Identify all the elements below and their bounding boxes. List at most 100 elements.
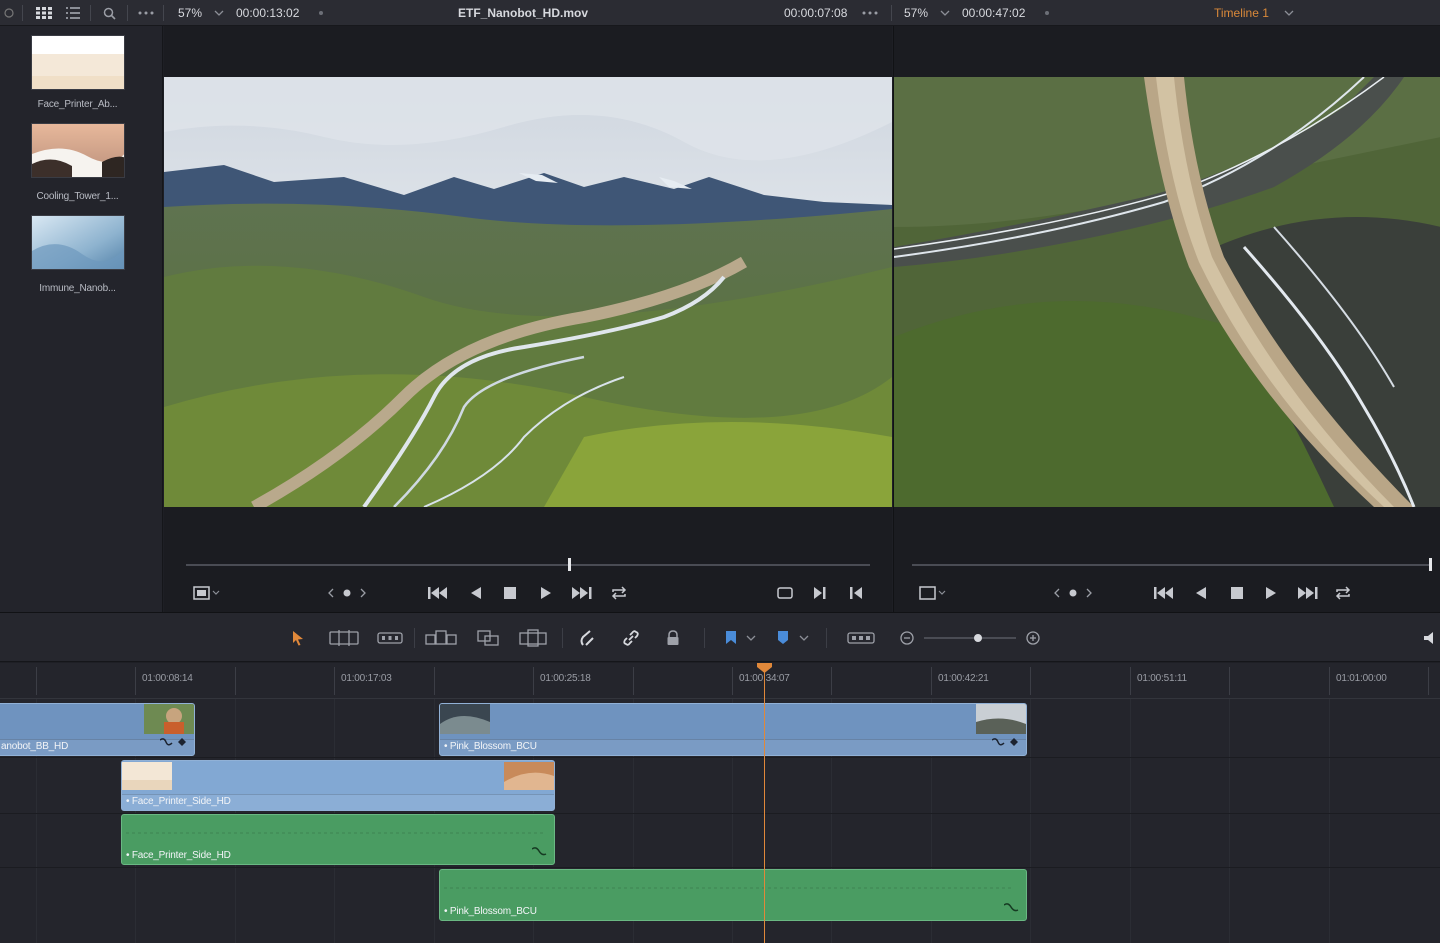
clip-name: • Pink_Blossom_BCU [444,741,537,752]
source-video-frame[interactable] [164,77,892,507]
timeline-clip-pink-blossom-audio[interactable]: • Pink_Blossom_BCU [439,869,1027,921]
play-icon[interactable] [1261,582,1281,604]
marker-icon[interactable] [774,627,792,649]
timeline-scrubber[interactable] [912,564,1432,566]
audio-fade-icon[interactable] [1003,899,1020,917]
audio-speaker-icon[interactable] [1422,627,1438,649]
timeline-clip-nanobot[interactable]: anobot_BB_HD [0,703,195,756]
source-scrubber[interactable] [186,564,870,566]
replace-clip-icon[interactable] [518,627,548,649]
ruler-timecode: 01:00:25:18 [540,673,591,684]
go-to-start-icon[interactable] [1152,582,1176,604]
timeline-clip-face-printer-video[interactable]: • Face_Printer_Side_HD [121,760,555,811]
chevron-down-icon[interactable] [1284,0,1294,26]
timeline-view-icon[interactable] [846,627,876,649]
source-scrubber-handle[interactable] [568,558,571,571]
clip-label: Immune_Nanob... [39,283,116,294]
selection-tool-icon[interactable] [288,627,308,649]
jog-wheel-icon[interactable] [324,582,370,604]
stop-icon[interactable] [1227,582,1247,604]
immune-nanobot-thumbnail-image [32,216,124,269]
stop-icon[interactable] [500,582,520,604]
aerial-road-image [894,77,1440,507]
zoom-slider[interactable] [924,627,1016,649]
go-to-end-icon[interactable] [570,582,594,604]
ruler-timecode: 01:01:00:00 [1336,673,1387,684]
audio-waveform [444,887,1014,889]
overwrite-clip-icon[interactable] [474,627,502,649]
viewer-options-icon[interactable] [914,582,952,604]
viewer-options-icon[interactable] [188,582,226,604]
dropdown-dot-icon[interactable] [1044,0,1050,26]
more-options-icon[interactable] [138,0,154,26]
flag-icon[interactable] [722,627,740,649]
go-to-end-icon[interactable] [1296,582,1320,604]
loop-icon[interactable] [608,582,630,604]
audio-waveform [126,832,546,834]
jog-wheel-icon[interactable] [1050,582,1096,604]
clip-thumbnail-image [144,704,194,734]
source-more-icon[interactable] [862,0,878,26]
playhead-line[interactable] [764,663,765,943]
edit-toolbar [0,612,1440,662]
zoom-in-icon[interactable] [1024,627,1042,649]
ruler-timecode: 01:00:51:11 [1137,673,1187,684]
play-icon[interactable] [536,582,556,604]
face-printer-thumbnail-image [32,36,124,89]
valley-river-image [164,77,892,507]
loop-icon[interactable] [1332,582,1354,604]
source-timecode-duration: 00:00:13:02 [236,6,300,20]
clip-name: • Face_Printer_Side_HD [126,850,231,861]
clip-label: Face_Printer_Ab... [37,99,118,110]
mark-out-icon[interactable] [846,582,866,604]
clip-name: • Pink_Blossom_BCU [444,906,537,917]
insert-clip-icon[interactable] [424,627,458,649]
ruler-timecode: 01:00:08:14 [142,673,193,684]
source-zoom-level[interactable]: 57% [178,0,202,26]
timeline-clip-face-printer-audio[interactable]: • Face_Printer_Side_HD [121,814,555,865]
search-icon[interactable] [103,0,116,26]
chevron-down-icon[interactable] [744,627,758,649]
timeline-name-dropdown[interactable]: Timeline 1 [1214,0,1269,26]
grid-view-icon[interactable] [36,0,52,26]
go-to-start-icon[interactable] [426,582,450,604]
snapping-icon[interactable] [576,627,598,649]
clip-name: • Face_Printer_Side_HD [126,796,231,807]
audio-fade-icon[interactable] [531,843,548,861]
clip-thumbnail-image [504,762,554,790]
mark-in-icon[interactable] [810,582,830,604]
timeline-scrubber-handle[interactable] [1429,558,1432,571]
timeline-panel: 01:00:08:14 01:00:17:03 01:00:25:18 01:0… [0,663,1440,943]
media-pool: Face_Printer_Ab... Cooling_Tower_1... Im… [0,26,163,612]
linked-selection-icon[interactable] [620,627,642,649]
chevron-down-icon[interactable] [940,0,950,26]
list-view-icon[interactable] [66,0,80,26]
chevron-down-icon[interactable] [214,0,224,26]
timeline-clip-pink-blossom[interactable]: • Pink_Blossom_BCU [439,703,1027,756]
clip-thumbnail-immune-nanobot[interactable] [31,215,125,270]
blade-tool-icon[interactable] [376,627,404,649]
match-frame-icon[interactable] [774,582,796,604]
play-reverse-icon[interactable] [466,582,486,604]
timecode-ruler[interactable]: 01:00:08:14 01:00:17:03 01:00:25:18 01:0… [0,663,1440,699]
zoom-out-icon[interactable] [898,627,916,649]
clip-fx-icon[interactable] [159,734,188,752]
clip-thumbnail-cooling-tower[interactable] [31,123,125,178]
playhead-handle[interactable] [757,663,772,673]
clip-thumbnail-face-printer[interactable] [31,35,125,90]
clip-title: ETF_Nanobot_HD.mov [458,6,589,20]
trim-tool-icon[interactable] [328,627,360,649]
back-icon[interactable] [4,0,14,26]
dropdown-dot-icon[interactable] [318,0,324,26]
clip-label: Cooling_Tower_1... [36,191,119,202]
clip-thumbnail-image [976,704,1026,734]
clip-fx-icon[interactable] [991,734,1020,752]
chevron-down-icon[interactable] [797,627,811,649]
timeline-zoom-level[interactable]: 57% [904,0,928,26]
source-timecode-current: 00:00:07:08 [784,6,848,20]
timeline-video-frame[interactable] [894,77,1440,507]
source-viewer [164,26,892,612]
play-reverse-icon[interactable] [1191,582,1211,604]
position-lock-icon[interactable] [662,627,684,649]
cooling-tower-thumbnail-image [32,124,124,177]
